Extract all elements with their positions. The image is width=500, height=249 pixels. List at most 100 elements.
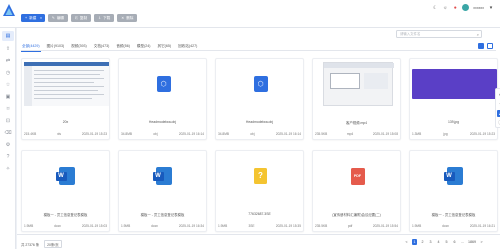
file-card[interactable]: ⬡ Headmodelwa.obj 34.8MB obj 2025-01-19 … <box>215 58 304 140</box>
file-date: 2025-01-19 15:54 <box>372 224 398 228</box>
file-card[interactable]: 139.jpg 1.3MB jpg 2025-01-19 15:23 <box>409 58 498 140</box>
download-icon: ⇩ <box>98 16 102 20</box>
new-button[interactable]: + 新建 ▾ <box>21 14 45 22</box>
copy-button[interactable]: ⎘ 复制 <box>71 14 92 22</box>
file-type: docx <box>442 224 449 228</box>
file-type: docx <box>151 224 158 228</box>
top-bar: + 新建 ▾ ✎ 编辑 ⎘ 复制 ⇩ 下载 ✕ 删除 ☾ ☼ ● xxxxxx … <box>0 0 500 28</box>
sidebar-item-trash[interactable]: ⌫ <box>4 129 12 137</box>
sidebar-item-upload[interactable]: ⇧ <box>4 45 12 53</box>
search-input[interactable]: 请输入文件名 ⌕ <box>396 30 482 38</box>
sidebar-item-lock[interactable]: ⊡ <box>4 117 12 125</box>
copy-icon: ⎘ <box>75 16 78 20</box>
delete-button-label: 删除 <box>126 16 134 20</box>
file-size: 34.8MB <box>121 132 132 136</box>
edit-button-label: 编辑 <box>56 16 65 20</box>
page-button[interactable]: 6 <box>452 239 457 245</box>
file-meta: 1.9MB docx 2025-01-19 16:34 <box>121 224 204 228</box>
sidebar-item-recent[interactable]: ◷ <box>4 69 12 77</box>
page-ellipsis[interactable]: ... <box>460 239 465 245</box>
file-meta: 235.5KB mp4 2025-01-19 15:08 <box>315 132 398 136</box>
tab-divider <box>21 50 496 51</box>
plus-icon: + <box>25 16 28 20</box>
file-card[interactable]: W 模板一 - 员工信息登记表模板 1.9MB docx 2025-01-19 … <box>118 150 207 232</box>
file-date: 2025-01-19 16:14 <box>275 132 301 136</box>
file-date: 2025-01-19 16:34 <box>178 224 204 228</box>
page-size-select[interactable]: 20条/页 <box>44 240 62 248</box>
file-name: 模板一 - 员工信息登记表模板 <box>431 213 476 217</box>
3d-model-icon: ⬡ <box>156 76 171 92</box>
page-button[interactable]: 3 <box>428 239 433 245</box>
wrench-icon: ✧ <box>5 166 11 172</box>
notification-icon[interactable]: ● <box>452 5 458 11</box>
file-thumbnail: ⬡ <box>121 62 206 106</box>
sidebar-item-files[interactable]: ▤ <box>2 31 14 41</box>
toolbar: + 新建 ▾ ✎ 编辑 ⎘ 复制 ⇩ 下载 ✕ 删除 <box>21 14 138 22</box>
file-meta: 1.9MB docx 2025-01-19 16:21 <box>412 224 495 228</box>
file-name: 模板一 - 员工信息登记表模板 <box>140 213 185 217</box>
file-size: 235.5KB <box>315 224 328 228</box>
file-meta: 34.8MB obj 2025-01-19 16:14 <box>218 132 301 136</box>
unknown-file-icon: ? <box>254 168 267 184</box>
file-meta: 34.8MB obj 2025-01-19 16:14 <box>121 132 204 136</box>
file-thumbnail: ? <box>218 154 303 198</box>
side-actions: ✎ ⇪ ♟ ⓘ <box>495 88 500 128</box>
folder-icon: ▤ <box>5 33 11 39</box>
chevron-down-icon[interactable]: ▾ <box>488 5 494 11</box>
sidebar-item-help[interactable]: ? <box>4 153 12 161</box>
page-button[interactable]: 1 <box>412 239 417 245</box>
file-name: (宣传册材料汇编附)会议纪要(二) <box>332 213 381 217</box>
file-size: 1.9MB <box>412 224 422 228</box>
spreadsheet-preview <box>24 62 109 106</box>
file-card[interactable]: 客户视频.mp4 235.5KB mp4 2025-01-19 15:08 <box>312 58 401 140</box>
video-preview <box>322 62 394 106</box>
file-name: 139.jpg <box>447 120 460 124</box>
file-card[interactable]: W 模板一 - 员工信息登记表模板 1.9MB docx 2025-01-19 … <box>409 150 498 232</box>
copy-button-label: 复制 <box>79 16 88 20</box>
sun-icon[interactable]: ☼ <box>442 5 448 11</box>
file-card[interactable]: PDF (宣传册材料汇编附)会议纪要(二) 235.5KB pdf 2025-0… <box>312 150 401 232</box>
new-button-label: 新建 <box>29 16 37 20</box>
file-date: 2025-01-19 15:35 <box>275 224 301 228</box>
file-card[interactable]: W 模板一 - 员工信息登记表模板 1.9MB docx 2025-01-19 … <box>21 150 110 232</box>
file-size: 235.5KB <box>315 132 328 136</box>
sidebar-item-tag[interactable]: ⌑ <box>4 105 12 113</box>
sidebar-item-settings[interactable]: ⚙ <box>4 141 12 149</box>
file-type: obj <box>250 132 255 136</box>
clock-icon: ◷ <box>5 70 11 76</box>
page-button[interactable]: 1869 <box>468 239 476 245</box>
avatar[interactable] <box>462 4 470 11</box>
file-name: 20x <box>62 120 69 124</box>
upload-icon: ⇧ <box>5 46 11 52</box>
delete-button[interactable]: ✕ 删除 <box>117 14 138 22</box>
file-meta: 1.3MB jpg 2025-01-19 15:23 <box>412 132 495 136</box>
file-card[interactable]: ? 77632687.3SE 1.9MB 3SE 2025-01-19 15:3… <box>215 150 304 232</box>
edit-button[interactable]: ✎ 编辑 <box>47 14 69 22</box>
search-placeholder: 请输入文件名 <box>400 32 421 36</box>
page-button[interactable]: 4 <box>436 239 441 245</box>
sidebar-item-share[interactable]: ⇄ <box>4 57 12 65</box>
page-button[interactable]: 2 <box>420 239 425 245</box>
prev-page-button[interactable]: < <box>404 239 409 245</box>
file-size: 34.8MB <box>218 132 229 136</box>
list-view-icon[interactable] <box>487 43 493 49</box>
file-card[interactable]: ⬡ Headmodelwa.obj 34.8MB obj 2025-01-19 … <box>118 58 207 140</box>
page-button[interactable]: 5 <box>444 239 449 245</box>
file-meta: 215.4KB xls 2025-01-19 15:23 <box>24 132 107 136</box>
moon-icon[interactable]: ☾ <box>432 5 438 11</box>
word-icon: W <box>55 167 75 185</box>
file-thumbnail: ⬡ <box>218 62 303 106</box>
file-size: 1.3MB <box>412 132 422 136</box>
sidebar-item-tools[interactable]: ✧ <box>4 165 12 173</box>
grid-view-icon[interactable] <box>478 43 484 49</box>
file-card[interactable]: 20x 215.4KB xls 2025-01-19 15:23 <box>21 58 110 140</box>
image-icon: ▣ <box>5 94 11 100</box>
download-button[interactable]: ⇩ 下载 <box>94 14 115 22</box>
username[interactable]: xxxxxx <box>473 6 484 10</box>
next-page-button[interactable]: > <box>479 239 484 245</box>
chevron-down-icon: ▾ <box>40 16 42 20</box>
sidebar-item-star[interactable]: ☆ <box>4 81 12 89</box>
sidebar-item-image[interactable]: ▣ <box>4 93 12 101</box>
file-name: 客户视频.mp4 <box>345 121 368 125</box>
search-icon[interactable]: ⌕ <box>477 31 479 38</box>
